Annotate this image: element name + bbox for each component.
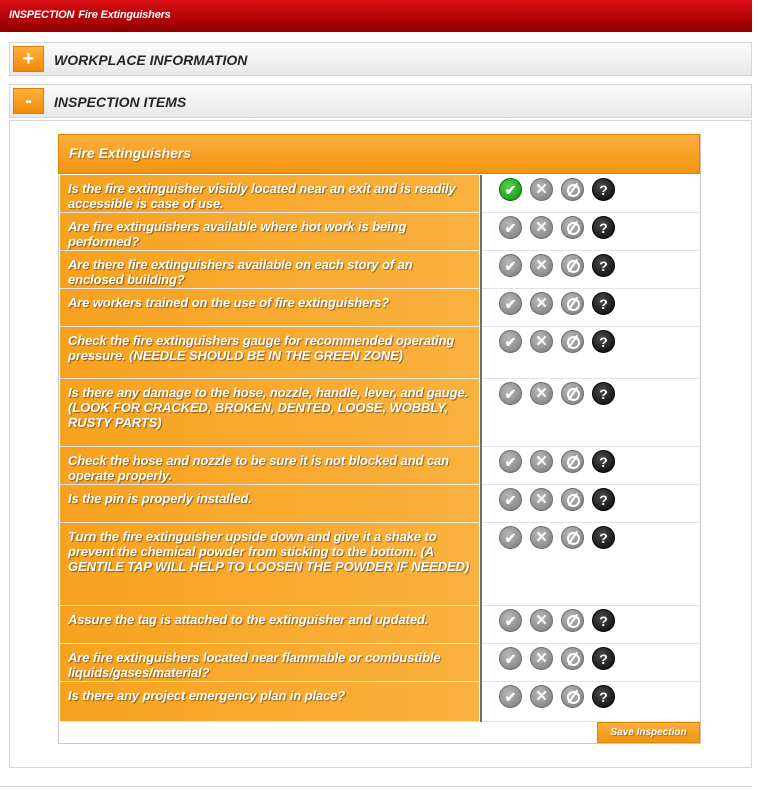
answer-cell: ✔ ✕? xyxy=(482,251,700,289)
not-applicable-icon[interactable] xyxy=(561,526,584,549)
title-bar: INSPECTION Fire Extinguishers xyxy=(0,0,752,32)
section-workplace-information[interactable]: + WORKPLACE INFORMATION xyxy=(9,42,752,76)
check-icon[interactable]: ✔ xyxy=(499,216,522,239)
x-icon[interactable]: ✕ xyxy=(530,292,553,315)
table-row: Are fire extinguishers available where h… xyxy=(60,213,700,251)
question-text: Are there fire extinguishers available o… xyxy=(60,251,479,289)
question-text: Check the hose and nozzle to be sure it … xyxy=(60,447,479,485)
question-icon[interactable]: ? xyxy=(592,609,615,632)
question-text: Is the fire extinguisher visibly located… xyxy=(60,175,479,213)
question-icon[interactable]: ? xyxy=(592,526,615,549)
x-icon[interactable]: ✕ xyxy=(530,330,553,353)
question-text: Is there any project emergency plan in p… xyxy=(60,682,479,722)
table-row: Is the pin is properly installed. ✔ ✕? xyxy=(60,485,700,523)
question-icon[interactable]: ? xyxy=(592,450,615,473)
not-applicable-icon[interactable] xyxy=(561,647,584,670)
check-icon[interactable]: ✔ xyxy=(499,382,522,405)
title-section: INSPECTION xyxy=(9,9,75,21)
answer-cell: ✔ ✕? xyxy=(482,682,700,722)
bottom-divider xyxy=(0,786,752,787)
question-icon[interactable]: ? xyxy=(592,488,615,511)
table-heading-text: Fire Extinguishers xyxy=(69,145,192,161)
table-row: Turn the fire extinguisher upside down a… xyxy=(60,523,700,606)
question-text: Turn the fire extinguisher upside down a… xyxy=(60,523,479,606)
save-inspection-button[interactable]: Save Inspection xyxy=(597,722,700,743)
question-icon[interactable]: ? xyxy=(592,685,615,708)
question-icon[interactable]: ? xyxy=(592,382,615,405)
question-icon[interactable]: ? xyxy=(592,647,615,670)
check-icon[interactable]: ✔ xyxy=(499,609,522,632)
x-icon[interactable]: ✕ xyxy=(530,647,553,670)
answer-cell: ✔ ✕? xyxy=(482,485,700,523)
section-label[interactable]: WORKPLACE INFORMATION xyxy=(54,52,247,68)
column-divider xyxy=(480,175,482,722)
answer-cell: ✔ ✕? xyxy=(482,289,700,327)
question-text: Check the fire extinguishers gauge for r… xyxy=(60,327,479,379)
not-applicable-icon[interactable] xyxy=(561,254,584,277)
check-icon[interactable]: ✔ xyxy=(499,526,522,549)
answer-cell: ✔ ✕? xyxy=(482,606,700,644)
not-applicable-icon[interactable] xyxy=(561,382,584,405)
x-icon[interactable]: ✕ xyxy=(530,178,553,201)
table-row: Is there any damage to the hose, nozzle,… xyxy=(60,379,700,447)
answer-cell: ✔ ✕? xyxy=(482,213,700,251)
answer-cell: ✔ ✕? xyxy=(482,447,700,485)
not-applicable-icon[interactable] xyxy=(561,216,584,239)
title-text: Fire Extinguishers xyxy=(78,9,171,21)
question-text: Is there any damage to the hose, nozzle,… xyxy=(60,379,479,447)
answer-cell: ✔ ✕? xyxy=(482,644,700,682)
question-text: Are workers trained on the use of fire e… xyxy=(60,289,479,327)
check-icon[interactable]: ✔ xyxy=(499,178,522,201)
x-icon[interactable]: ✕ xyxy=(530,685,553,708)
check-icon[interactable]: ✔ xyxy=(499,685,522,708)
x-icon[interactable]: ✕ xyxy=(530,488,553,511)
question-text: Is the pin is properly installed. xyxy=(60,485,479,523)
answer-cell: ✔ ✕? xyxy=(482,379,700,447)
x-icon[interactable]: ✕ xyxy=(530,450,553,473)
question-icon[interactable]: ? xyxy=(592,216,615,239)
not-applicable-icon[interactable] xyxy=(561,450,584,473)
answer-cell: ✔ ✕? xyxy=(482,523,700,606)
not-applicable-icon[interactable] xyxy=(561,292,584,315)
check-icon[interactable]: ✔ xyxy=(499,254,522,277)
section-inspection-items[interactable]: - INSPECTION ITEMS xyxy=(9,84,752,118)
x-icon[interactable]: ✕ xyxy=(530,609,553,632)
check-icon[interactable]: ✔ xyxy=(499,450,522,473)
not-applicable-icon[interactable] xyxy=(561,609,584,632)
answer-cell: ✔ ✕? xyxy=(482,175,700,213)
section-label[interactable]: INSPECTION ITEMS xyxy=(54,94,186,110)
not-applicable-icon[interactable] xyxy=(561,178,584,201)
check-icon[interactable]: ✔ xyxy=(499,647,522,670)
expand-toggle-button[interactable]: + xyxy=(13,46,44,72)
x-icon[interactable]: ✕ xyxy=(530,254,553,277)
question-text: Are fire extinguishers available where h… xyxy=(60,213,479,251)
not-applicable-icon[interactable] xyxy=(561,685,584,708)
table-row: Is the fire extinguisher visibly located… xyxy=(60,175,700,213)
table-heading: Fire Extinguishers xyxy=(58,134,700,174)
table-row: Assure the tag is attached to the exting… xyxy=(60,606,700,644)
x-icon[interactable]: ✕ xyxy=(530,382,553,405)
table-row: Check the fire extinguishers gauge for r… xyxy=(60,327,700,379)
answer-cell: ✔ ✕? xyxy=(482,327,700,379)
not-applicable-icon[interactable] xyxy=(561,488,584,511)
table-row: Are there fire extinguishers available o… xyxy=(60,251,700,289)
question-icon[interactable]: ? xyxy=(592,330,615,353)
collapse-toggle-button[interactable]: - xyxy=(13,88,44,114)
question-text: Are fire extinguishers located near flam… xyxy=(60,644,479,682)
question-icon[interactable]: ? xyxy=(592,292,615,315)
question-icon[interactable]: ? xyxy=(592,178,615,201)
table-row: Are fire extinguishers located near flam… xyxy=(60,644,700,682)
x-icon[interactable]: ✕ xyxy=(530,216,553,239)
table-row: Are workers trained on the use of fire e… xyxy=(60,289,700,327)
not-applicable-icon[interactable] xyxy=(561,330,584,353)
check-icon[interactable]: ✔ xyxy=(499,488,522,511)
question-icon[interactable]: ? xyxy=(592,254,615,277)
table-row: Check the hose and nozzle to be sure it … xyxy=(60,447,700,485)
check-icon[interactable]: ✔ xyxy=(499,330,522,353)
table-row: Is there any project emergency plan in p… xyxy=(60,682,700,722)
x-icon[interactable]: ✕ xyxy=(530,526,553,549)
check-icon[interactable]: ✔ xyxy=(499,292,522,315)
question-text: Assure the tag is attached to the exting… xyxy=(60,606,479,644)
